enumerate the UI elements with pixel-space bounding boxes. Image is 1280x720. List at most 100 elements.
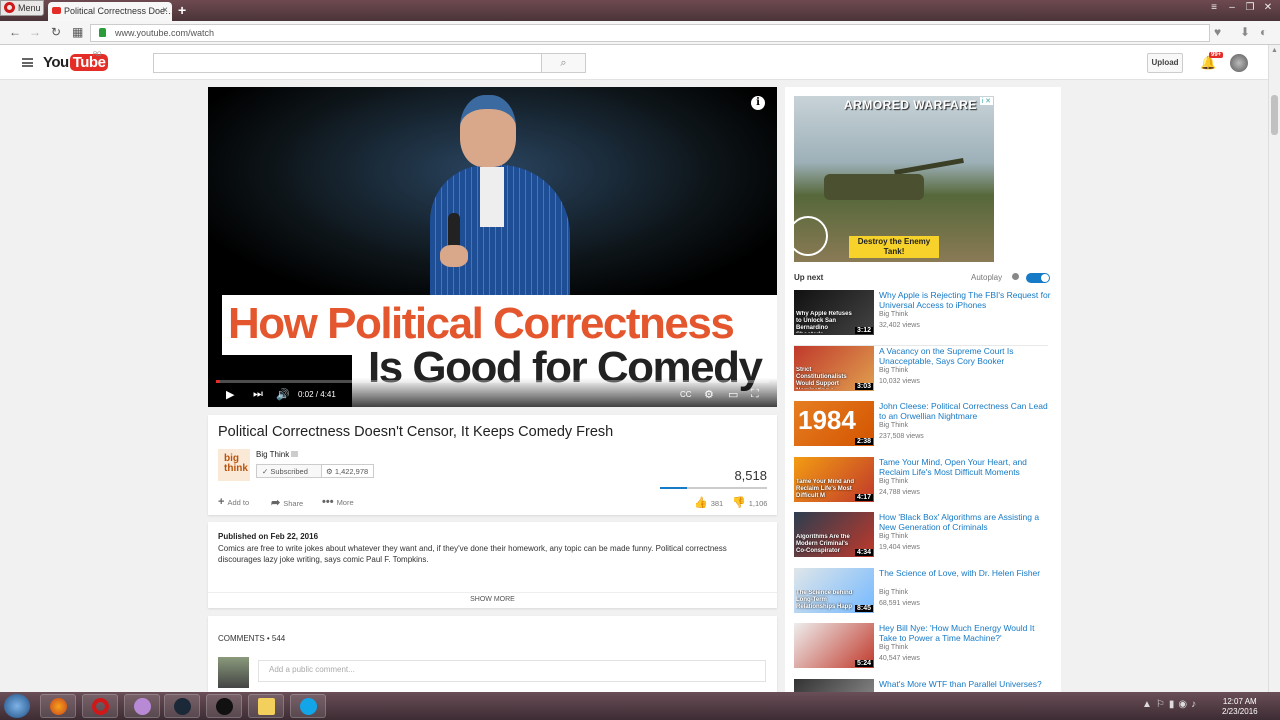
video-thumbnail[interactable]: 5:24 <box>794 623 874 668</box>
video-title-link[interactable]: A Vacancy on the Supreme Court Is Unacce… <box>879 346 1054 366</box>
video-duration: 3:03 <box>854 382 873 390</box>
progress-bar[interactable] <box>216 380 769 383</box>
ad-cta[interactable]: Destroy the Enemy Tank! <box>849 236 939 258</box>
search-input[interactable] <box>153 53 542 73</box>
play-icon[interactable]: ▶ <box>226 388 234 401</box>
video-thumbnail[interactable]: Strict Constitutionalists Would Support … <box>794 345 874 391</box>
back-icon[interactable]: ← <box>9 25 21 39</box>
info-card-icon[interactable]: i <box>751 96 765 110</box>
taskbar-firefox[interactable] <box>40 694 76 718</box>
close-tab-icon[interactable]: × <box>162 5 168 16</box>
autoplay-info-icon[interactable] <box>1012 273 1019 280</box>
menu-label: Menu <box>18 3 41 13</box>
related-video[interactable]: What's More WTF than Parallel Universes? <box>794 678 1054 692</box>
thumbs-up-icon: 👍 <box>694 497 708 509</box>
tabs-menu-icon[interactable]: ≡ <box>1206 0 1222 15</box>
clock[interactable]: 12:07 AM 2/23/2016 <box>1222 697 1258 717</box>
video-title-link[interactable]: Why Apple is Rejecting The FBI's Request… <box>879 290 1054 310</box>
dislike-button[interactable]: 👎 1,106 <box>732 496 767 509</box>
speed-dial-icon[interactable]: ▦ <box>72 25 83 39</box>
autoplay-toggle[interactable] <box>1026 273 1050 283</box>
system-tray[interactable]: ▲⚐▮◉♪ <box>1142 699 1200 710</box>
close-window-icon[interactable]: ✕ <box>1260 0 1276 15</box>
comedian-figure <box>430 95 570 305</box>
video-player[interactable]: How Political Correctness Is Good for Co… <box>208 87 777 407</box>
description-card: Published on Feb 22, 2016 Comics are fre… <box>208 522 777 608</box>
channel-name[interactable]: Big Think <box>256 450 299 459</box>
next-icon[interactable]: ⏭ <box>253 388 263 401</box>
tank-image <box>824 174 924 200</box>
extension-icon[interactable]: ◐ <box>1260 25 1267 39</box>
favorite-heart-icon[interactable]: ♥ <box>1214 25 1221 39</box>
video-thumbnail[interactable]: Algorithms Are the Modern Criminal's Co-… <box>794 512 874 557</box>
fullscreen-icon[interactable]: ⛶ <box>751 388 759 401</box>
browser-tab[interactable]: Political Correctness Doe… × <box>48 2 172 21</box>
video-title-link[interactable]: Tame Your Mind, Open Your Heart, and Rec… <box>879 457 1054 477</box>
account-avatar[interactable] <box>1230 54 1248 72</box>
related-video[interactable]: 5:24 Hey Bill Nye: 'How Much Energy Would… <box>794 623 1054 671</box>
video-title-link[interactable]: Hey Bill Nye: 'How Much Energy Would It … <box>879 623 1054 643</box>
related-video[interactable]: 1984 2:38 John Cleese: Political Correctne… <box>794 401 1054 449</box>
video-meta-card: Political Correctness Doesn't Censor, It… <box>208 415 777 515</box>
related-video[interactable]: Tame Your Mind and Reclaim Life's Most D… <box>794 456 1054 505</box>
taskbar-music[interactable] <box>206 694 242 718</box>
video-thumbnail[interactable] <box>794 678 874 692</box>
captions-icon[interactable]: CC <box>680 390 692 399</box>
video-thumbnail[interactable]: Tame Your Mind and Reclaim Life's Most D… <box>794 456 874 502</box>
reload-icon[interactable]: ↻ <box>51 25 61 39</box>
add-to-button[interactable]: + Add to <box>218 496 249 508</box>
description-text: Comics are free to write jokes about wha… <box>218 544 727 564</box>
scrollbar-thumb[interactable] <box>1271 95 1278 135</box>
scroll-up-icon[interactable]: ▲ <box>1271 47 1278 54</box>
upload-button[interactable]: Upload <box>1147 53 1183 73</box>
maximize-icon[interactable]: ❐ <box>1242 0 1258 15</box>
search-button[interactable]: ⌕ <box>542 53 586 73</box>
add-icon: + <box>218 496 225 508</box>
related-video[interactable]: Algorithms Are the Modern Criminal's Co-… <box>794 512 1054 560</box>
taskbar-steam[interactable] <box>164 694 200 718</box>
guide-menu-icon[interactable] <box>22 58 33 67</box>
more-button[interactable]: ••• More <box>322 496 354 508</box>
video-title-link[interactable]: The Science of Love, with Dr. Helen Fish… <box>879 568 1054 578</box>
video-title-link[interactable]: How 'Black Box' Algorithms are Assisting… <box>879 512 1054 532</box>
thumbnail-caption: 1984 <box>798 405 856 435</box>
time-display: 0:02 / 4:41 <box>298 390 336 399</box>
like-button[interactable]: 👍 381 <box>694 496 723 509</box>
taskbar-app[interactable] <box>124 694 160 718</box>
video-title-link[interactable]: John Cleese: Political Correctness Can L… <box>879 401 1054 421</box>
related-video[interactable]: Why Apple Refuses to Unlock San Bernardi… <box>794 290 1054 338</box>
ad-choices-icon[interactable]: i ✕ <box>979 97 993 105</box>
comment-input[interactable]: Add a public comment... <box>258 660 766 682</box>
taskbar-opera[interactable] <box>82 694 118 718</box>
theater-mode-icon[interactable]: ▭ <box>728 388 738 401</box>
new-tab-icon[interactable]: + <box>178 2 186 18</box>
volume-icon[interactable]: 🔊 <box>276 388 290 401</box>
video-frame <box>208 87 777 305</box>
notification-count-badge: 99+ <box>1209 52 1224 58</box>
video-thumbnail[interactable]: The Science behind Long-Term Relationshi… <box>794 567 874 613</box>
taskbar-skype[interactable] <box>290 694 326 718</box>
start-button[interactable] <box>4 694 30 718</box>
comments-header: COMMENTS • 544 <box>218 634 286 643</box>
channel-avatar[interactable]: big think <box>218 449 250 481</box>
forward-icon[interactable]: → <box>29 25 41 39</box>
video-title-link[interactable]: What's More WTF than Parallel Universes? <box>879 679 1054 689</box>
share-button[interactable]: ➦ Share <box>271 496 303 509</box>
settings-gear-icon[interactable]: ⚙ <box>704 388 714 401</box>
url-field[interactable]: www.youtube.com/watch <box>90 24 1210 42</box>
advertisement[interactable]: ARMORED WARFARE Destroy the Enemy Tank! … <box>794 96 994 262</box>
subscribe-button[interactable]: ✓ Subscribed <box>256 464 322 478</box>
page-scrollbar[interactable]: ▲ <box>1268 45 1280 692</box>
download-icon[interactable]: ⬇ <box>1240 25 1250 39</box>
related-video[interactable]: The Science behind Long-Term Relationshi… <box>794 567 1054 616</box>
taskbar-explorer[interactable] <box>248 694 284 718</box>
youtube-logo[interactable]: You Tube RO <box>43 52 109 71</box>
video-thumbnail[interactable]: Why Apple Refuses to Unlock San Bernardi… <box>794 290 874 335</box>
thumbnail-caption: The Science behind Long-Term Relationshi… <box>796 589 853 610</box>
browser-menu-button[interactable]: Menu <box>0 0 44 16</box>
show-more-button[interactable]: SHOW MORE <box>208 592 777 603</box>
video-thumbnail[interactable]: 1984 2:38 <box>794 401 874 446</box>
minimize-icon[interactable]: – <box>1224 0 1240 15</box>
opera-icon <box>92 698 109 715</box>
related-video[interactable]: Strict Constitutionalists Would Support … <box>794 345 1054 394</box>
